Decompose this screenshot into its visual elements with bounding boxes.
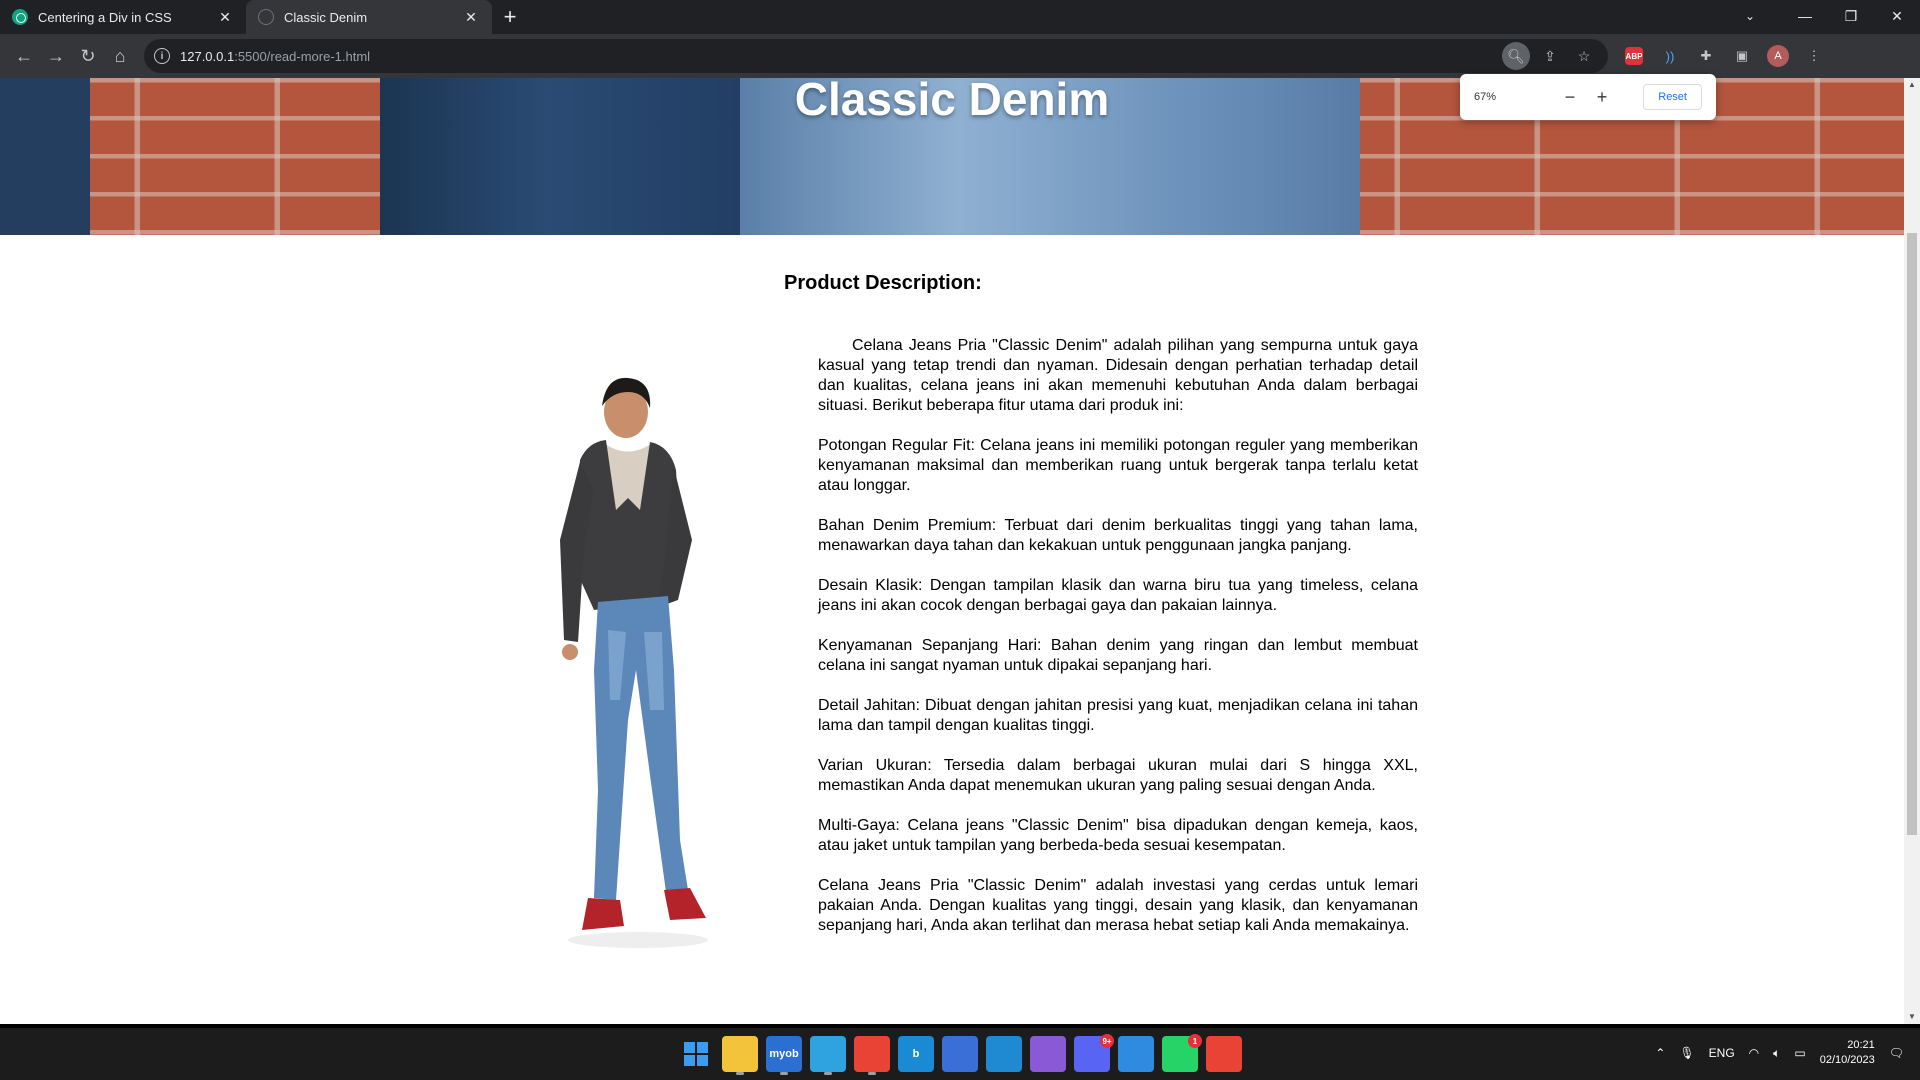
window-controls: — ❐ ✕ — [1782, 0, 1920, 32]
url-path: :5500/read-more-1.html — [234, 48, 371, 64]
close-icon[interactable]: ✕ — [216, 9, 234, 26]
vscode-icon[interactable] — [986, 1036, 1022, 1072]
model-photo — [560, 377, 708, 948]
tab-title: Classic Denim — [284, 9, 368, 25]
side-panel-icon[interactable]: ▣ — [1726, 40, 1758, 72]
notification-badge: 9+ — [1100, 1034, 1114, 1048]
description-paragraph: Celana Jeans Pria "Classic Denim" adalah… — [818, 337, 1418, 414]
chatgpt-icon — [12, 9, 28, 25]
power-automate-icon[interactable] — [942, 1036, 978, 1072]
new-tab-button[interactable]: + — [492, 0, 528, 34]
myob-icon[interactable]: myob — [766, 1036, 802, 1075]
zoom-in-button[interactable]: + — [1586, 87, 1618, 108]
adblock-extension-icon[interactable]: ABP — [1618, 40, 1650, 72]
profile-avatar[interactable]: A — [1762, 40, 1794, 72]
page-viewport: Classic Denim Product Description: Celan… — [0, 78, 1904, 1024]
scroll-up-arrow-icon[interactable]: ▲ — [1904, 78, 1920, 92]
windows-start-icon[interactable] — [678, 1036, 714, 1072]
forward-icon[interactable]: → — [40, 40, 72, 72]
restore-icon[interactable]: ❐ — [1828, 0, 1874, 32]
menu-kebab-icon[interactable]: ⋮ — [1798, 40, 1830, 72]
description-heading: Product Description: — [784, 272, 982, 294]
zoom-out-button[interactable]: − — [1554, 87, 1586, 108]
windows-taskbar: myob b 9+ 1 ⌃ 🎙︎ ENG ◠ 🔈︎ ▭ 20:21 02/10/202… — [0, 1024, 1920, 1080]
scrollbar-thumb[interactable] — [1907, 233, 1917, 835]
url-host: 127.0.0.1 — [180, 48, 235, 64]
wifi-icon[interactable]: ◠ — [1749, 1046, 1759, 1060]
zoom-reset-button[interactable]: Reset — [1643, 84, 1702, 110]
close-window-icon[interactable]: ✕ — [1874, 0, 1920, 32]
share-icon[interactable]: ⇪ — [1536, 42, 1564, 70]
globe-icon — [258, 9, 274, 25]
clock-date: 02/10/2023 — [1819, 1054, 1875, 1066]
description-paragraph: Desain Klasik: Dengan tampilan klasik da… — [818, 577, 1418, 614]
zoom-icon[interactable]: 🔍︎ — [1502, 42, 1530, 70]
snipping-tool-icon[interactable] — [1118, 1036, 1154, 1072]
description-paragraph: Varian Ukuran: Tersedia dalam berbagai u… — [818, 757, 1418, 794]
description-paragraph: Celana Jeans Pria "Classic Denim" adalah… — [818, 877, 1418, 934]
tab-classic-denim[interactable]: Classic Denim ✕ — [246, 0, 492, 34]
home-icon[interactable]: ⌂ — [104, 40, 136, 72]
zoom-popup: 67% − + Reset — [1460, 74, 1716, 120]
tray-overflow-icon[interactable]: ⌃ — [1655, 1046, 1665, 1060]
page-scrollbar[interactable]: ▲ ▼ — [1904, 78, 1920, 1024]
description-paragraph: Multi-Gaya: Celana jeans "Classic Denim"… — [818, 817, 1418, 854]
volume-icon[interactable]: 🔈︎ — [1773, 1046, 1780, 1061]
reload-icon[interactable]: ↻ — [72, 40, 104, 72]
close-icon[interactable]: ✕ — [462, 9, 480, 26]
bookmark-star-icon[interactable]: ☆ — [1570, 42, 1598, 70]
zoom-level: 67% — [1474, 91, 1497, 103]
language-indicator[interactable]: ENG — [1709, 1046, 1735, 1060]
description-paragraph: Detail Jahitan: Dibuat dengan jahitan pr… — [818, 697, 1418, 734]
notification-badge: 1 — [1188, 1034, 1202, 1048]
github-desktop-icon[interactable] — [1030, 1036, 1066, 1072]
discord-icon[interactable]: 9+ — [1074, 1034, 1114, 1072]
taskbar-apps: myob b 9+ 1 — [678, 1034, 1242, 1075]
tab-strip: Centering a Div in CSS ✕ Classic Denim ✕… — [0, 0, 1920, 34]
description-paragraph: Kenyamanan Sepanjang Hari: Bahan denim y… — [818, 637, 1418, 674]
site-info-icon[interactable]: i — [154, 48, 170, 64]
chrome-profile-icon[interactable] — [1206, 1036, 1242, 1072]
clock[interactable]: 20:21 02/10/2023 — [1820, 1038, 1875, 1068]
minimize-icon[interactable]: — — [1782, 0, 1828, 32]
edge-beta-icon[interactable] — [810, 1036, 846, 1075]
bing-icon[interactable]: b — [898, 1036, 934, 1072]
description-paragraph: Potongan Regular Fit: Celana jeans ini m… — [818, 437, 1418, 494]
notification-icon[interactable]: 🗨︎ — [1889, 1046, 1904, 1060]
tab-search-icon[interactable]: ⌄ — [1730, 0, 1770, 32]
address-bar[interactable]: i 127.0.0.1:5500/read-more-1.html 🔍︎ ⇪ ☆ — [144, 39, 1608, 73]
description-paragraph: Bahan Denim Premium: Terbuat dari denim … — [818, 517, 1418, 554]
tab-centering-div[interactable]: Centering a Div in CSS ✕ — [0, 0, 246, 34]
extensions-puzzle-icon[interactable]: ✚ — [1690, 40, 1722, 72]
clock-time: 20:21 — [1847, 1039, 1875, 1051]
scroll-down-arrow-icon[interactable]: ▼ — [1904, 1010, 1920, 1024]
chrome-icon[interactable] — [854, 1036, 890, 1075]
whatsapp-icon[interactable]: 1 — [1162, 1034, 1202, 1072]
description-body: Celana Jeans Pria "Classic Denim" adalah… — [818, 336, 1418, 956]
file-explorer-icon[interactable] — [722, 1036, 758, 1075]
tab-title: Centering a Div in CSS — [38, 9, 172, 25]
read-aloud-extension-icon[interactable]: )) — [1654, 40, 1686, 72]
battery-icon[interactable]: ▭ — [1794, 1046, 1805, 1060]
system-tray: ⌃ 🎙︎ ENG ◠ 🔈︎ ▭ 20:21 02/10/2023 🗨︎ — [1655, 1038, 1904, 1068]
back-icon[interactable]: ← — [8, 40, 40, 72]
browser-toolbar: ← → ↻ ⌂ i 127.0.0.1:5500/read-more-1.htm… — [0, 34, 1920, 78]
microphone-icon[interactable]: 🎙︎ — [1679, 1046, 1694, 1060]
